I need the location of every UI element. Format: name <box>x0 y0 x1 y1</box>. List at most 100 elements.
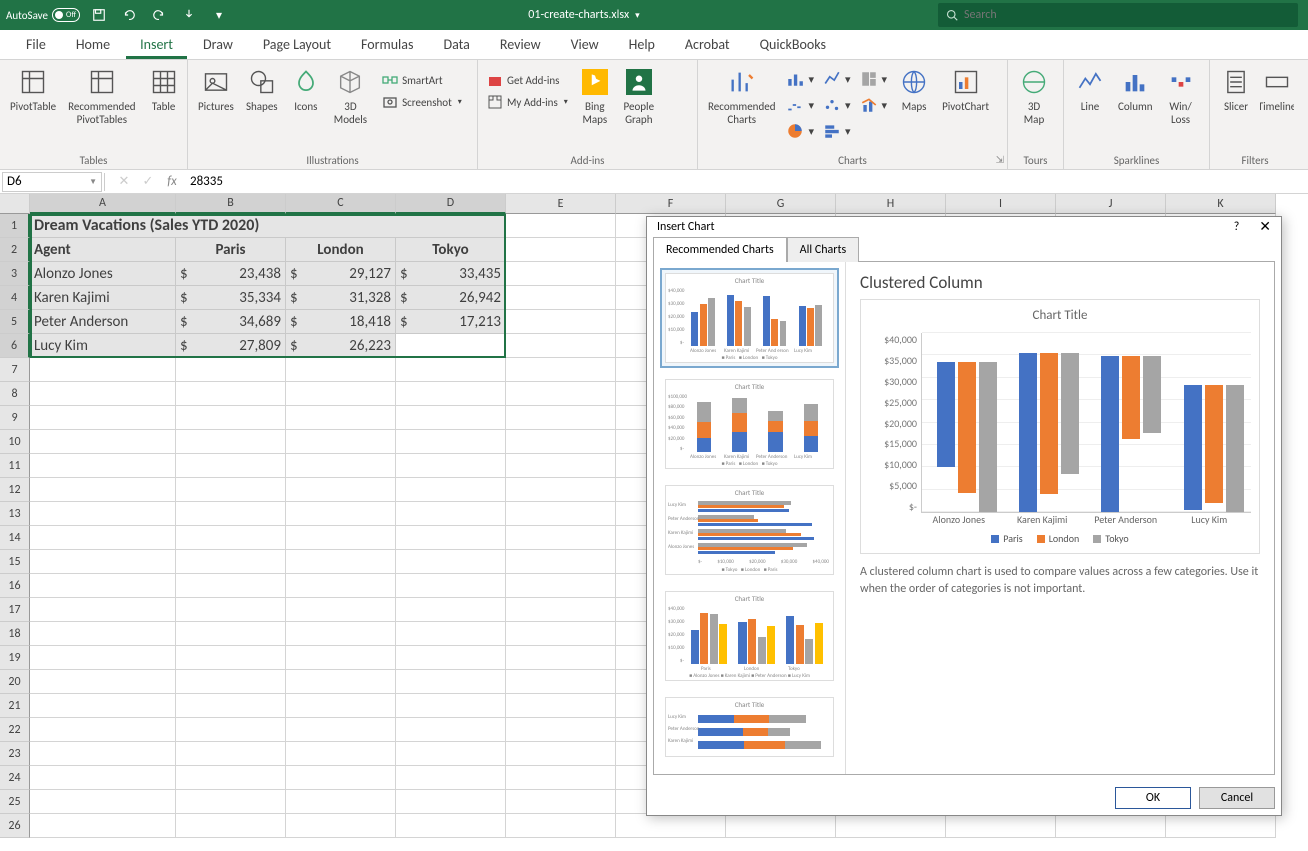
group-tables-label: Tables <box>6 154 181 169</box>
accept-formula-icon[interactable]: ✓ <box>136 174 160 189</box>
col-header-f[interactable]: F <box>616 194 726 214</box>
search-icon <box>946 9 958 21</box>
col-header-c[interactable]: C <box>286 194 396 214</box>
hierarchy-chart-dd[interactable]: ▾ <box>857 68 891 90</box>
title-bar: AutoSave Off ▾ 01-create-charts.xlsx ▾ <box>0 0 1308 30</box>
spark-wl-icon <box>1165 66 1197 98</box>
col-header-j[interactable]: J <box>1056 194 1166 214</box>
col-header-h[interactable]: H <box>836 194 946 214</box>
tab-all-charts[interactable]: All Charts <box>787 237 860 262</box>
search-input[interactable] <box>964 8 1290 22</box>
touch-mode-icon[interactable] <box>178 4 200 26</box>
icons-icon <box>290 66 322 98</box>
col-header-i[interactable]: I <box>946 194 1056 214</box>
store-icon <box>487 72 503 88</box>
shapes-button[interactable]: Shapes <box>242 64 282 115</box>
tab-file[interactable]: File <box>12 30 60 59</box>
icons-button[interactable]: Icons <box>286 64 326 115</box>
chart-legend: ParisLondonTokyo <box>869 532 1251 545</box>
timeline-button[interactable]: Timeline <box>1260 64 1294 115</box>
filename-dropdown-icon[interactable]: ▾ <box>635 10 640 21</box>
select-all-corner[interactable] <box>0 194 30 214</box>
cancel-formula-icon[interactable]: ✕ <box>112 174 136 189</box>
undo-icon[interactable] <box>118 4 140 26</box>
pivotchart-button[interactable]: PivotChart <box>938 64 993 115</box>
tab-acrobat[interactable]: Acrobat <box>671 30 744 59</box>
recommended-pivottables-button[interactable]: Recommended PivotTables <box>64 64 139 128</box>
sparkline-line-button[interactable]: Line <box>1070 64 1110 115</box>
formula-input[interactable]: 28335 <box>184 174 1308 189</box>
chart-preview[interactable]: Chart Title $40,000$35,000$30,000$25,000… <box>860 299 1260 554</box>
tab-insert[interactable]: Insert <box>126 30 187 59</box>
tab-recommended-charts[interactable]: Recommended Charts <box>653 237 787 262</box>
people-graph-button[interactable]: People Graph <box>619 64 659 128</box>
3d-map-button[interactable]: 3D Map <box>1014 64 1054 128</box>
qat-dropdown-icon[interactable]: ▾ <box>208 4 230 26</box>
cancel-button[interactable]: Cancel <box>1199 787 1275 809</box>
pie-chart-dd[interactable]: ▾ <box>783 120 817 142</box>
combo-chart-dd[interactable]: ▾ <box>857 94 891 116</box>
get-addins-button[interactable]: Get Add-ins <box>484 70 571 90</box>
bing-icon <box>579 66 611 98</box>
spark-col-icon <box>1119 66 1151 98</box>
search-box[interactable] <box>938 3 1298 27</box>
col-header-d[interactable]: D <box>396 194 506 214</box>
x-axis-labels: Alonzo JonesKaren KajimiPeter AndersonLu… <box>917 513 1251 526</box>
col-header-a[interactable]: A <box>30 194 176 214</box>
maps-button[interactable]: Maps <box>894 64 934 115</box>
charts-dialog-launcher[interactable]: ⇲ <box>996 153 1004 166</box>
help-icon[interactable]: ? <box>1234 220 1240 234</box>
slicer-icon <box>1220 66 1252 98</box>
thumb-clustered-column[interactable]: Chart Title $40,000$30,000$20,000$10,000… <box>660 268 839 368</box>
bar-chart-dd[interactable]: ▾ <box>820 120 854 142</box>
y-axis: $40,000$35,000$30,000$25,000$20,000$15,0… <box>869 333 917 513</box>
sparkline-winloss-button[interactable]: Win/ Loss <box>1161 64 1201 128</box>
tab-help[interactable]: Help <box>615 30 669 59</box>
sparkline-column-button[interactable]: Column <box>1114 64 1157 115</box>
group-addins-label: Add-ins <box>484 154 691 169</box>
tab-page-layout[interactable]: Page Layout <box>249 30 345 59</box>
my-addins-button[interactable]: My Add-ins▾ <box>484 92 571 112</box>
ok-button[interactable]: OK <box>1115 787 1191 809</box>
tab-formulas[interactable]: Formulas <box>347 30 427 59</box>
people-icon <box>623 66 655 98</box>
scatter-chart-dd[interactable]: ▾ <box>820 94 854 116</box>
thumb-clustered-bar[interactable]: Chart Title Lucy Kim Peter Anderson Kare… <box>660 480 839 580</box>
table-button[interactable]: Table <box>144 64 184 115</box>
slicer-button[interactable]: Slicer <box>1216 64 1256 115</box>
tab-draw[interactable]: Draw <box>189 30 247 59</box>
thumb-clustered-column-by-city[interactable]: Chart Title $40,000$30,000$20,000$10,000… <box>660 586 839 686</box>
thumb-stacked-bar[interactable]: Chart Title Lucy Kim Peter Anderson Kare… <box>660 692 839 762</box>
tab-quickbooks[interactable]: QuickBooks <box>746 30 840 59</box>
col-header-b[interactable]: B <box>176 194 286 214</box>
pivottable-button[interactable]: PivotTable <box>6 64 60 115</box>
line-chart-dd[interactable]: ▾ <box>820 68 854 90</box>
tab-review[interactable]: Review <box>486 30 555 59</box>
chart-description: A clustered column chart is used to comp… <box>860 564 1260 598</box>
redo-icon[interactable] <box>148 4 170 26</box>
column-chart-dd[interactable]: ▾ <box>783 68 817 90</box>
pictures-button[interactable]: Pictures <box>194 64 238 115</box>
col-header-k[interactable]: K <box>1166 194 1276 214</box>
close-icon[interactable]: ✕ <box>1259 218 1271 235</box>
name-box[interactable]: D6▼ <box>2 172 102 192</box>
recommended-charts-button[interactable]: Recommended Charts <box>704 64 779 128</box>
stat-chart-dd[interactable]: ▾ <box>783 94 817 116</box>
save-icon[interactable] <box>88 4 110 26</box>
tab-home[interactable]: Home <box>62 30 124 59</box>
fx-icon[interactable]: fx <box>160 174 184 189</box>
screenshot-button[interactable]: Screenshot▾ <box>379 92 465 112</box>
bing-maps-button[interactable]: Bing Maps <box>575 64 615 128</box>
thumb-stacked-column[interactable]: Chart Title $100,000$80,000$60,000$40,00… <box>660 374 839 474</box>
autosave-toggle[interactable]: AutoSave Off <box>6 8 80 22</box>
chart-thumbnails[interactable]: Chart Title $40,000$30,000$20,000$10,000… <box>654 262 846 774</box>
treemap-icon <box>860 70 878 88</box>
smartart-button[interactable]: SmartArt <box>379 70 465 90</box>
col-header-e[interactable]: E <box>506 194 616 214</box>
3d-models-button[interactable]: 3D Models <box>330 64 371 128</box>
waterfall-icon <box>786 96 804 114</box>
pictures-icon <box>200 66 232 98</box>
col-header-g[interactable]: G <box>726 194 836 214</box>
tab-view[interactable]: View <box>557 30 613 59</box>
tab-data[interactable]: Data <box>429 30 483 59</box>
